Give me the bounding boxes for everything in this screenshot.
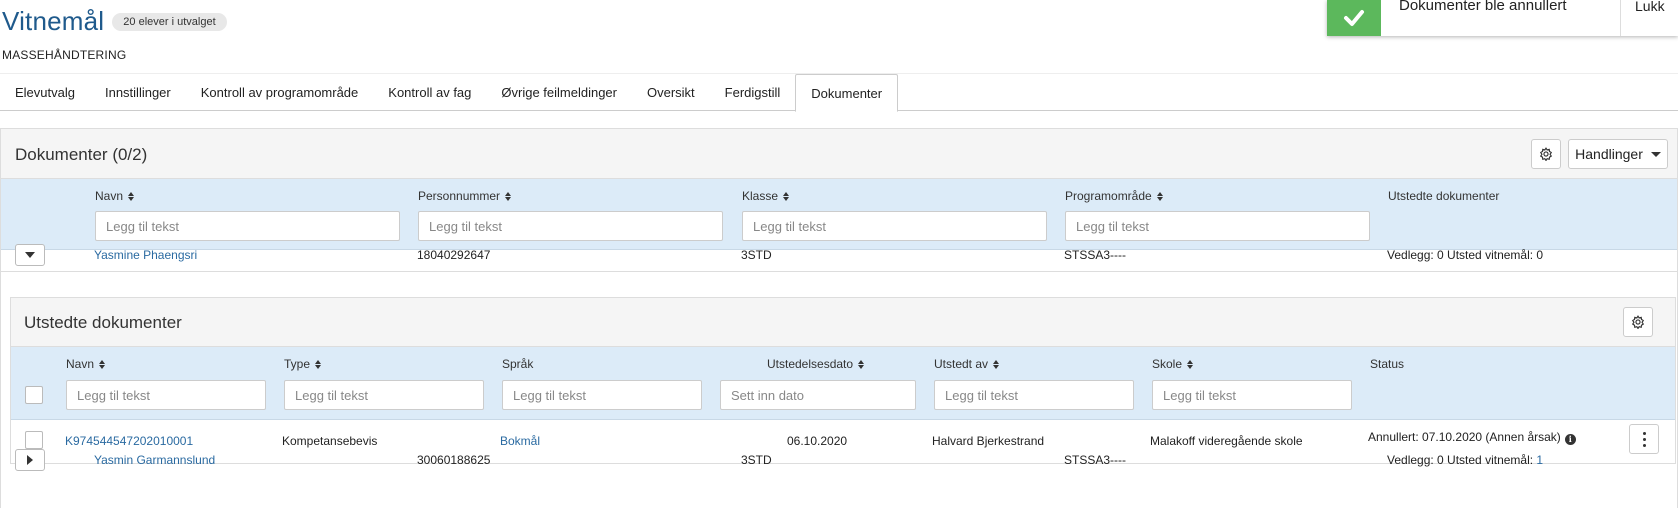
filter-date-input[interactable]: [720, 380, 916, 410]
check-icon: [1327, 0, 1381, 36]
sort-icon: [128, 191, 135, 201]
documents-filter-row: Navn Personnummer Klasse Programområde U…: [1, 179, 1677, 250]
column-header-type[interactable]: Type: [284, 357, 322, 371]
column-header-utstedt-av[interactable]: Utstedt av: [934, 357, 1000, 371]
select-all-checkbox[interactable]: [25, 386, 43, 404]
toast-message: Dokumenter ble annullert: [1399, 0, 1567, 14]
tab-kontroll-programomrade[interactable]: Kontroll av programområde: [186, 74, 374, 110]
tab-ovrige-feilmeldinger[interactable]: Øvrige feilmeldinger: [486, 74, 632, 110]
filter-navn-input[interactable]: [66, 380, 266, 410]
student-program: STSSA3----: [1064, 248, 1127, 262]
issued-count-link[interactable]: 1: [1536, 453, 1543, 467]
row-checkbox[interactable]: [25, 431, 43, 449]
page-title: Vitnemål: [2, 6, 105, 36]
sort-icon: [1187, 359, 1194, 369]
caret-right-icon: [27, 455, 33, 465]
filter-navn-input[interactable]: [95, 211, 400, 241]
document-status: Annullert: 07.10.2020 (Annen årsak) i: [1368, 430, 1576, 445]
caret-down-icon: [25, 252, 35, 258]
student-documents-summary: Vedlegg: 0 Utsted vitnemål: 0: [1387, 248, 1544, 262]
actions-dropdown[interactable]: Handlinger: [1568, 139, 1668, 169]
column-header-navn[interactable]: Navn: [66, 357, 106, 371]
tab-dokumenter[interactable]: Dokumenter: [795, 74, 899, 112]
row-collapse-button[interactable]: [15, 244, 45, 266]
student-pnr: 18040292647: [417, 248, 491, 262]
documents-panel-header: Dokumenter (0/2) Handlinger: [1, 129, 1677, 179]
row-expand-button[interactable]: [15, 449, 45, 471]
toast-notification: Dokumenter ble annullert Lukk: [1327, 0, 1678, 36]
page-header: Vitnemål 20 elever i utvalget: [2, 6, 227, 37]
column-header-status: Status: [1370, 357, 1405, 371]
issued-documents-title: Utstedte dokumenter: [24, 313, 182, 332]
selection-count-badge: 20 elever i utvalget: [112, 12, 227, 31]
issued-documents-panel: Utstedte dokumenter Navn Type Språk Utst…: [10, 297, 1676, 464]
filter-skole-input[interactable]: [1152, 380, 1352, 410]
filter-personnummer-input[interactable]: [418, 211, 723, 241]
document-issued-by: Halvard Bjerkestrand: [932, 434, 1045, 448]
toast-close-button[interactable]: Lukk: [1620, 0, 1678, 36]
document-date: 06.10.2020: [787, 434, 848, 448]
tab-ferdigstill[interactable]: Ferdigstill: [710, 74, 796, 110]
documents-panel-title: Dokumenter (0/2): [15, 145, 148, 164]
column-header-utstedte-dokumenter: Utstedte dokumenter: [1388, 189, 1500, 203]
filter-programomrade-input[interactable]: [1065, 211, 1370, 241]
filter-klasse-input[interactable]: [742, 211, 1047, 241]
column-header-programomrade[interactable]: Programområde: [1065, 189, 1163, 203]
sort-icon: [505, 191, 512, 201]
student-name-link[interactable]: Yasmin Garmannslund: [94, 453, 215, 467]
column-header-utstedelsesdato[interactable]: Utstedelsesdato: [767, 357, 865, 371]
sort-icon: [993, 359, 1000, 369]
actions-dropdown-label: Handlinger: [1575, 146, 1643, 162]
column-header-klasse[interactable]: Klasse: [742, 189, 790, 203]
student-program: STSSA3----: [1064, 453, 1127, 467]
sort-icon: [1156, 191, 1163, 201]
row-divider: [1, 271, 1677, 272]
caret-down-icon: [1650, 151, 1661, 157]
document-school: Malakoff videregående skole: [1150, 434, 1303, 448]
sort-icon: [783, 191, 790, 201]
sort-icon: [99, 359, 106, 369]
tab-innstillinger[interactable]: Innstillinger: [90, 74, 186, 110]
document-type: Kompetansebevis: [282, 434, 378, 448]
gear-icon: [1539, 147, 1553, 161]
document-name-link[interactable]: K974544547202010001: [65, 434, 193, 448]
column-header-personnummer[interactable]: Personnummer: [418, 189, 512, 203]
student-class: 3STD: [741, 453, 772, 467]
tab-kontroll-fag[interactable]: Kontroll av fag: [373, 74, 486, 110]
tab-bar: Elevutvalg Innstillinger Kontroll av pro…: [0, 74, 1678, 112]
sort-icon: [315, 359, 322, 369]
tab-oversikt[interactable]: Oversikt: [632, 74, 710, 110]
column-header-skole[interactable]: Skole: [1152, 357, 1194, 371]
documents-panel: Dokumenter (0/2) Handlinger Navn Personn…: [0, 128, 1678, 508]
settings-button[interactable]: [1623, 307, 1653, 337]
sort-icon: [858, 359, 865, 369]
gear-icon: [1631, 315, 1645, 329]
info-icon[interactable]: i: [1564, 433, 1576, 445]
page-subtitle: MASSEHÅNDTERING: [2, 48, 127, 62]
issued-documents-filter-row: Navn Type Språk Utstedelsesdato Utstedt …: [11, 347, 1675, 420]
column-header-sprak: Språk: [502, 357, 534, 371]
filter-utstedt-av-input[interactable]: [934, 380, 1134, 410]
filter-type-input[interactable]: [284, 380, 484, 410]
column-header-navn[interactable]: Navn: [95, 189, 135, 203]
student-name-link[interactable]: Yasmine Phaengsri: [94, 248, 197, 262]
document-language-link[interactable]: Bokmål: [500, 434, 540, 448]
tab-elevutvalg[interactable]: Elevutvalg: [0, 74, 90, 110]
settings-button[interactable]: [1531, 139, 1561, 169]
issued-documents-header: Utstedte dokumenter: [11, 298, 1675, 347]
student-documents-summary: Vedlegg: 0 Utsted vitnemål: 1: [1387, 453, 1544, 467]
student-pnr: 30060188625: [417, 453, 491, 467]
filter-sprak-input[interactable]: [502, 380, 702, 410]
row-actions-menu-button[interactable]: [1629, 424, 1659, 454]
student-class: 3STD: [741, 248, 772, 262]
